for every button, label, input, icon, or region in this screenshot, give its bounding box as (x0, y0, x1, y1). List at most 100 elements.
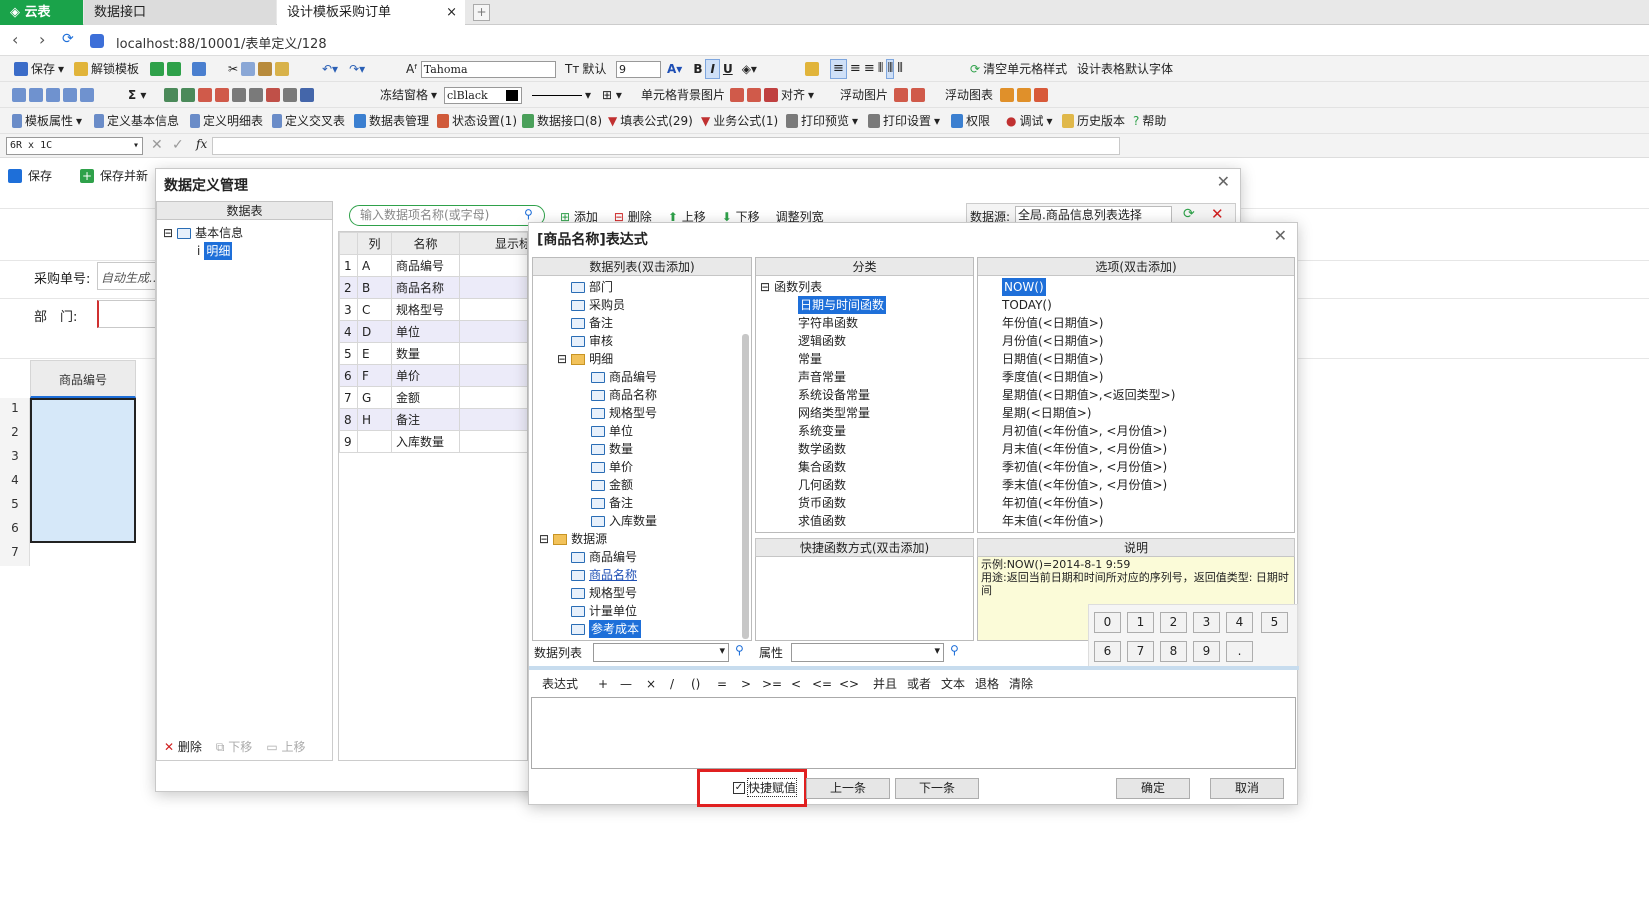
history-button[interactable]: 历史版本 (1062, 112, 1125, 130)
close-tab-icon[interactable]: × (446, 0, 457, 25)
search-icon[interactable]: ⚲ (524, 207, 533, 221)
category-item[interactable]: 声音常量 (798, 368, 846, 386)
save-tool-button[interactable]: 保存 ▾ (14, 60, 64, 78)
italic-icon[interactable]: I (705, 59, 720, 79)
data-interface-button[interactable]: 数据接口(8) (522, 112, 602, 130)
keypad-2-button[interactable]: 2 (1160, 612, 1187, 633)
bold-icon[interactable]: B (693, 60, 702, 78)
define-basic-button[interactable]: 定义基本信息 (94, 112, 179, 130)
option-item[interactable]: 月份值(<日期值>) (1002, 332, 1103, 350)
float-image-icon[interactable] (894, 88, 908, 102)
tree-node-basic-info[interactable]: ⊟ 基本信息 (163, 224, 243, 242)
form-save-button[interactable]: 保存 (8, 167, 52, 184)
align-center-icon[interactable]: ≡ (850, 60, 861, 78)
float-image-button[interactable]: 浮动图片 (840, 86, 888, 104)
bottom-move-down-button[interactable]: ⧉ 下移 (216, 738, 252, 755)
list-item[interactable]: 商品编号 (591, 368, 657, 386)
float-image2-icon[interactable] (911, 88, 925, 102)
delete-row-icon[interactable] (198, 88, 212, 102)
list-item[interactable]: 备注 (571, 314, 613, 332)
list-item[interactable]: 计量单位 (571, 602, 637, 620)
table-col-icon[interactable] (46, 88, 60, 102)
bar-chart-icon[interactable] (1000, 88, 1014, 102)
keypad-4-button[interactable]: 4 (1226, 612, 1253, 633)
cell-type-icon[interactable] (300, 88, 314, 102)
op-plus-button[interactable]: + (598, 674, 608, 694)
sum-icon[interactable]: Σ ▾ (128, 86, 146, 104)
distribute-icon[interactable]: ⦀ (878, 60, 884, 78)
bottom-move-up-button[interactable]: ▭ 上移 (266, 738, 305, 755)
table-row[interactable]: 9 入库数量 (339, 430, 527, 453)
op-less-equal-button[interactable]: <= (812, 674, 832, 694)
table-row[interactable]: 5 E 数量 (339, 342, 527, 365)
op-greater-button[interactable]: > (741, 674, 751, 694)
quick-assign-checkbox[interactable]: ✓ 快捷赋值 (733, 778, 798, 797)
close-icon[interactable]: ✕ (1217, 172, 1230, 191)
clear-cell-style-button[interactable]: ⟳ 清空单元格样式 (970, 60, 1067, 78)
name-box[interactable]: 6R x 1C ▾ (6, 137, 143, 155)
list-item[interactable]: 商品编号 (571, 548, 637, 566)
align-button[interactable]: 对齐 (781, 86, 805, 104)
option-item[interactable]: 月末值(<年份值>, <月份值>) (1002, 440, 1167, 458)
next-button[interactable]: 下一条 (895, 778, 979, 799)
bottom-delete-button[interactable]: ✕ 删除 (164, 738, 202, 755)
list-item[interactable]: ⊟ 明细 (557, 350, 613, 368)
table-row[interactable]: 7 G 金额 (339, 386, 527, 409)
table-row[interactable]: 4 D 单位 (339, 320, 527, 343)
default-size-button[interactable]: Tт 默认 (565, 60, 606, 78)
backspace-button[interactable]: 退格 (975, 674, 999, 694)
template-props-button[interactable]: 模板属性 ▾ (12, 112, 82, 130)
op-divide-button[interactable]: / (670, 674, 674, 694)
unlock-template-button[interactable]: 解锁模板 (74, 60, 139, 78)
category-item[interactable]: 系统设备常量 (798, 386, 870, 404)
list-item[interactable]: 备注 (591, 494, 633, 512)
search-icon[interactable]: ⚲ (950, 643, 959, 657)
copy-icon[interactable] (241, 62, 256, 76)
status-settings-button[interactable]: 状态设置(1) (437, 112, 517, 130)
redo-icon[interactable]: ↷▾ (349, 60, 365, 78)
ok-button[interactable]: 确定 (1116, 778, 1190, 799)
category-item[interactable]: 集合函数 (798, 458, 846, 476)
confirm-icon[interactable]: ✓ (172, 137, 184, 153)
help-button[interactable]: ? 帮助 (1133, 112, 1166, 130)
formula-input[interactable] (212, 137, 1120, 155)
option-item[interactable]: 年初值(<年份值>) (1002, 494, 1103, 512)
back-icon[interactable]: ‹ (12, 30, 18, 49)
justify-icon[interactable]: ⦀ (886, 59, 895, 79)
op-or-button[interactable]: 或者 (907, 674, 931, 694)
image2-icon[interactable] (747, 88, 761, 102)
category-item[interactable]: 几何函数 (798, 476, 846, 494)
list-item[interactable]: 部门 (571, 278, 613, 296)
list-item[interactable]: 单位 (591, 422, 633, 440)
list-item[interactable]: 规格型号 (571, 584, 637, 602)
delete-col-icon[interactable] (215, 88, 229, 102)
keypad-8-button[interactable]: 8 (1160, 641, 1187, 662)
fill-formula-button[interactable]: ▼ 填表公式(29) (608, 112, 693, 130)
list-item[interactable]: ⊟ 数据源 (539, 530, 607, 548)
font-color-icon[interactable]: A▾ (667, 60, 682, 78)
category-item[interactable]: 求值函数 (798, 512, 846, 530)
data-list-select[interactable]: ▾ (593, 643, 729, 662)
url-text[interactable]: localhost:88/10001/表单定义/128 (116, 33, 327, 52)
op-multiply-button[interactable]: × (646, 674, 656, 694)
keypad-9-button[interactable]: 9 (1193, 641, 1220, 662)
align-left-icon[interactable]: ≡ (830, 59, 847, 79)
forward-icon[interactable]: › (39, 30, 45, 49)
op-greater-equal-button[interactable]: >= (762, 674, 782, 694)
float-chart-button[interactable]: 浮动图表 (945, 86, 993, 104)
insert-col-icon[interactable] (181, 88, 195, 102)
refresh-icon[interactable]: ⟳ (1183, 206, 1195, 222)
search-icon[interactable]: ⚲ (735, 643, 744, 657)
export-icon[interactable] (192, 62, 206, 76)
list-item[interactable]: 参考成本 (571, 620, 642, 638)
data-table-mgmt-button[interactable]: 数据表管理 (354, 112, 429, 130)
move2-icon[interactable] (249, 88, 263, 102)
dept-field[interactable] (97, 300, 157, 328)
selected-cell-range[interactable] (30, 398, 136, 543)
table-row[interactable]: 6 F 单价 (339, 364, 527, 387)
insert-sheet-icon[interactable] (150, 62, 164, 76)
fill-color-icon[interactable]: ◈▾ (742, 60, 757, 78)
clear-icon[interactable] (266, 88, 280, 102)
category-item[interactable]: 字符串函数 (798, 314, 858, 332)
search-input[interactable]: 输入数据项名称(或字母) (349, 205, 545, 226)
